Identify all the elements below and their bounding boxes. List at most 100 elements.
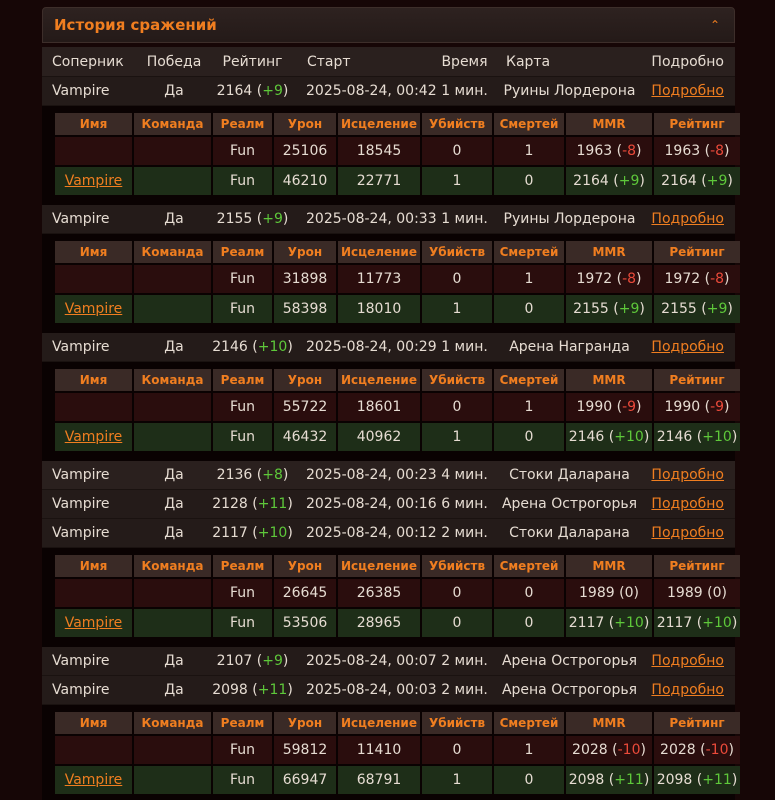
match-row: Vampire Да 2098 (+11) 2025-08-24, 00:03 2 ми… [42, 676, 735, 705]
player-name-link[interactable]: Vampire [65, 173, 123, 189]
detail-header-cell: Имя [55, 241, 132, 263]
history-table-header: Соперник Победа Рейтинг Старт Время Карт… [42, 47, 735, 77]
chevron-up-icon[interactable]: ⌃ [707, 18, 723, 32]
col-map: Карта [506, 53, 551, 70]
panel-header[interactable]: История сражений ⌃ [42, 7, 735, 43]
detail-header-cell: Команда [134, 113, 211, 135]
detail-row-winner: Vampire Fun 53506 28965 0 0 2117 (+10) 2117 (+1… [55, 609, 740, 637]
player-mmr: 2098 (+11) [566, 766, 652, 794]
battle-history-panel: История сражений ⌃ Соперник Победа Рейти… [42, 7, 740, 800]
match-row: Vampire Да 2107 (+9) 2025-08-24, 00:07 2 мин… [42, 647, 735, 676]
detail-row-winner: Vampire Fun 46210 22771 1 0 2164 (+9) 2164 (+9) [55, 167, 740, 195]
match-row: Vampire Да 2128 (+11) 2025-08-24, 00:16 6 ми… [42, 490, 735, 519]
player-rating-value: 2146 [656, 429, 693, 445]
detail-row-loser: Fun 25106 18545 0 1 1963 (-8) 1963 (-8) [55, 137, 740, 165]
detail-table: Имя Команда Реалм Урон Исцеление Убийств Смерт… [53, 239, 742, 325]
player-healing: 18601 [338, 393, 420, 421]
match-rating-delta: +9 [262, 653, 283, 669]
match-win: Да [164, 211, 184, 227]
match-rating-value: 2117 [212, 525, 248, 541]
match-opponent: Vampire [52, 653, 110, 669]
match-map: Арена Острогорья [501, 496, 638, 512]
details-link[interactable]: Подробно [651, 467, 724, 483]
col-win: Победа [146, 53, 202, 70]
player-mmr-value: 2098 [568, 772, 605, 788]
player-rating: 2098 (+11) [654, 766, 740, 794]
player-deaths: 1 [494, 137, 564, 165]
player-rating: 2146 (+10) [654, 423, 740, 451]
detail-row-loser: Fun 59812 11410 0 1 2028 (-10) 2028 (-10) [55, 736, 740, 764]
player-mmr-value: 1963 [576, 143, 613, 159]
match-win: Да [164, 496, 184, 512]
detail-header-cell: Реалм [213, 241, 272, 263]
player-mmr-value: 2155 [573, 301, 609, 317]
details-link[interactable]: Подробно [651, 339, 724, 355]
player-realm: Fun [213, 736, 272, 764]
match-win: Да [164, 83, 184, 99]
player-rating-delta: -8 [710, 271, 725, 287]
player-kills: 0 [422, 609, 492, 637]
player-deaths: 0 [494, 295, 564, 323]
detail-header-cell: Команда [134, 241, 211, 263]
match-map: Стоки Даларана [509, 525, 630, 541]
player-team [134, 766, 211, 794]
player-deaths: 0 [494, 766, 564, 794]
match-time: 4 мин. [441, 467, 488, 483]
panel-title: История сражений [54, 16, 217, 34]
player-team [134, 137, 211, 165]
player-rating-delta: -9 [710, 399, 725, 415]
col-start: Старт [307, 53, 351, 70]
details-link[interactable]: Подробно [651, 653, 724, 669]
match-map: Арена Острогорья [501, 682, 638, 698]
player-name-link[interactable]: Vampire [65, 772, 123, 788]
player-team [134, 423, 211, 451]
player-team [134, 736, 211, 764]
player-name-link[interactable]: Vampire [65, 301, 123, 317]
match-rating-value: 2107 [216, 653, 253, 669]
match-rating-value: 2155 [216, 211, 253, 227]
match-opponent: Vampire [52, 682, 110, 698]
detail-table: Имя Команда Реалм Урон Исцеление Убийств Смерт… [53, 367, 742, 453]
detail-header-cell: Исцеление [338, 555, 420, 577]
match-detail: Имя Команда Реалм Урон Исцеление Убийств Смерт… [42, 362, 740, 461]
match-rating-value: 2164 [216, 83, 253, 99]
detail-header-cell: Урон [274, 555, 336, 577]
details-link[interactable]: Подробно [651, 682, 724, 698]
detail-header-cell: Рейтинг [654, 113, 740, 135]
player-mmr: 2146 (+10) [566, 423, 652, 451]
match-time: 1 мин. [441, 211, 488, 227]
match-time: 6 мин. [441, 496, 488, 512]
match-detail: Имя Команда Реалм Урон Исцеление Убийств Смерт… [42, 705, 740, 800]
player-deaths: 1 [494, 736, 564, 764]
match-opponent: Vampire [52, 525, 110, 541]
player-kills: 0 [422, 137, 492, 165]
player-name-cell: Vampire [55, 167, 132, 195]
player-kills: 0 [422, 736, 492, 764]
details-link[interactable]: Подробно [651, 525, 724, 541]
details-link[interactable]: Подробно [651, 211, 724, 227]
match-start: 2025-08-24, 00:16 [306, 496, 437, 512]
player-damage: 58398 [274, 295, 336, 323]
player-mmr-delta: 0 [624, 585, 634, 601]
detail-header-cell: MMR [566, 241, 652, 263]
player-name-link[interactable]: Vampire [65, 615, 123, 631]
detail-header-cell: Имя [55, 369, 132, 391]
detail-header-cell: Урон [274, 712, 336, 734]
col-opponent: Соперник [52, 53, 124, 70]
player-mmr-value: 2164 [573, 173, 609, 189]
player-kills: 1 [422, 167, 492, 195]
player-name-link[interactable]: Vampire [65, 429, 123, 445]
player-healing: 28965 [338, 609, 420, 637]
player-mmr: 2164 (+9) [566, 167, 652, 195]
player-team [134, 609, 211, 637]
details-link[interactable]: Подробно [651, 83, 724, 99]
player-rating-value: 2155 [661, 301, 697, 317]
player-rating-delta: +10 [702, 429, 732, 445]
match-row: Vampire Да 2136 (+8) 2025-08-24, 00:23 4 мин… [42, 461, 735, 490]
player-mmr-delta: +9 [618, 301, 640, 317]
player-mmr-value: 2146 [568, 429, 605, 445]
player-mmr: 2028 (-10) [566, 736, 652, 764]
details-link[interactable]: Подробно [651, 496, 724, 512]
detail-row-winner: Vampire Fun 58398 18010 1 0 2155 (+9) 2155 (+9) [55, 295, 740, 323]
match-row: Vampire Да 2117 (+10) 2025-08-24, 00:12 2 ми… [42, 519, 735, 548]
